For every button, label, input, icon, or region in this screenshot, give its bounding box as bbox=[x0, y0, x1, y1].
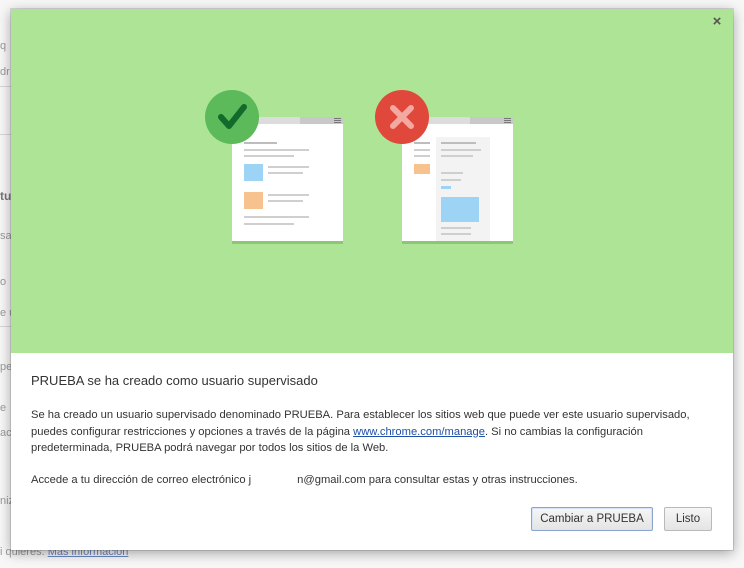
menu-icon bbox=[334, 118, 341, 123]
cross-icon bbox=[375, 90, 429, 144]
illustration-banner: × bbox=[11, 9, 733, 353]
bg-text-fragment: e bbox=[0, 402, 7, 414]
dialog-description: Se ha creado un usuario supervisado deno… bbox=[31, 409, 690, 454]
checkmark-icon bbox=[205, 90, 259, 144]
done-button[interactable]: Listo bbox=[664, 507, 712, 531]
bg-text-fragment: sa bbox=[0, 230, 12, 242]
chrome-manage-link[interactable]: www.chrome.com/manage bbox=[353, 426, 485, 438]
dialog-title: PRUEBA se ha creado como usuario supervi… bbox=[31, 373, 318, 388]
supervised-user-created-dialog: × PRUEBA se ha creado como usuario super… bbox=[11, 9, 733, 550]
bg-text-fragment: ac bbox=[0, 427, 12, 439]
redacted-email-segment bbox=[251, 474, 298, 487]
menu-icon bbox=[504, 118, 511, 123]
bg-text-fragment: dr bbox=[0, 66, 10, 78]
content-block bbox=[244, 192, 263, 209]
bg-text-fragment: o bbox=[0, 276, 7, 288]
content-block bbox=[414, 164, 430, 174]
bg-text-fragment: tu bbox=[0, 189, 12, 203]
content-block bbox=[441, 197, 479, 222]
content-block bbox=[244, 164, 263, 181]
email-instructions: Accede a tu dirección de correo electrón… bbox=[31, 474, 578, 487]
close-icon[interactable]: × bbox=[709, 14, 725, 30]
switch-to-user-button[interactable]: Cambiar a PRUEBA bbox=[531, 507, 653, 531]
bg-text-fragment: q bbox=[0, 40, 7, 52]
